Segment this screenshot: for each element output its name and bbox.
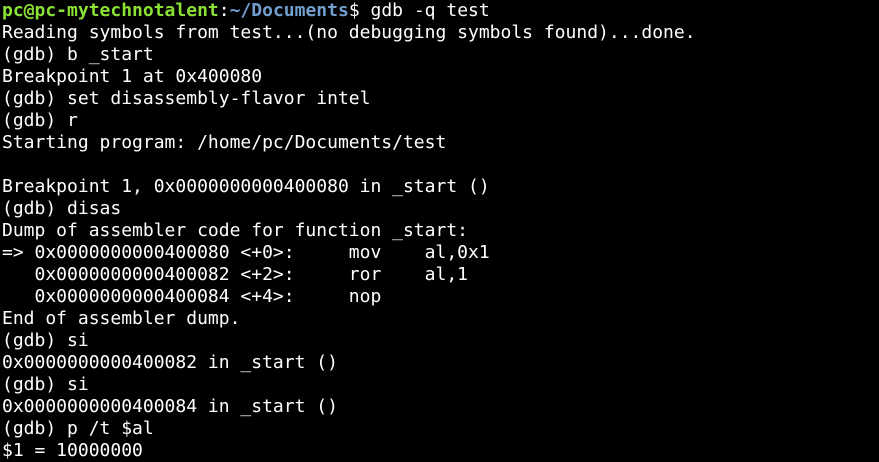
prompt-symbol: $ — [348, 0, 360, 21]
disassembly-line: 0x0000000000400082 <+2>: ror al,1 — [2, 264, 469, 285]
output-line: Dump of assembler code for function _sta… — [2, 220, 468, 241]
output-line: Reading symbols from test...(no debuggin… — [2, 22, 696, 43]
prompt-path: ~/Documents — [229, 0, 349, 21]
shell-prompt-line: pc@pc-mytechnotalent:~/Documents$ gdb -q… — [2, 0, 879, 22]
gdb-command-line: (gdb) si — [2, 374, 89, 395]
prompt-command: gdb -q test — [359, 0, 490, 21]
gdb-command-line: (gdb) b _start — [2, 44, 154, 65]
output-line: Starting program: /home/pc/Documents/tes… — [2, 132, 447, 153]
gdb-command-line: (gdb) si — [2, 330, 89, 351]
prompt-user-host: pc@pc-mytechnotalent — [2, 0, 219, 21]
gdb-command-line: (gdb) disas — [2, 198, 122, 219]
gdb-command-line: (gdb) p /t $al — [2, 418, 154, 439]
output-line: $1 = 10000000 — [2, 440, 143, 461]
gdb-command-line: (gdb) r — [2, 110, 78, 131]
disassembly-line: 0x0000000000400084 <+4>: nop — [2, 286, 382, 307]
gdb-command-line: (gdb) set disassembly-flavor intel — [2, 88, 371, 109]
disassembly-line: => 0x0000000000400080 <+0>: mov al,0x1 — [2, 242, 490, 263]
terminal-window[interactable]: pc@pc-mytechnotalent:~/Documents$ gdb -q… — [0, 0, 879, 462]
output-line: Breakpoint 1 at 0x400080 — [2, 66, 263, 87]
output-line: Breakpoint 1, 0x0000000000400080 in _sta… — [2, 176, 490, 197]
output-line: End of assembler dump. — [2, 308, 241, 329]
output-line: 0x0000000000400082 in _start () — [2, 352, 338, 373]
prompt-separator: : — [218, 0, 230, 21]
output-line: 0x0000000000400084 in _start () — [2, 396, 338, 417]
